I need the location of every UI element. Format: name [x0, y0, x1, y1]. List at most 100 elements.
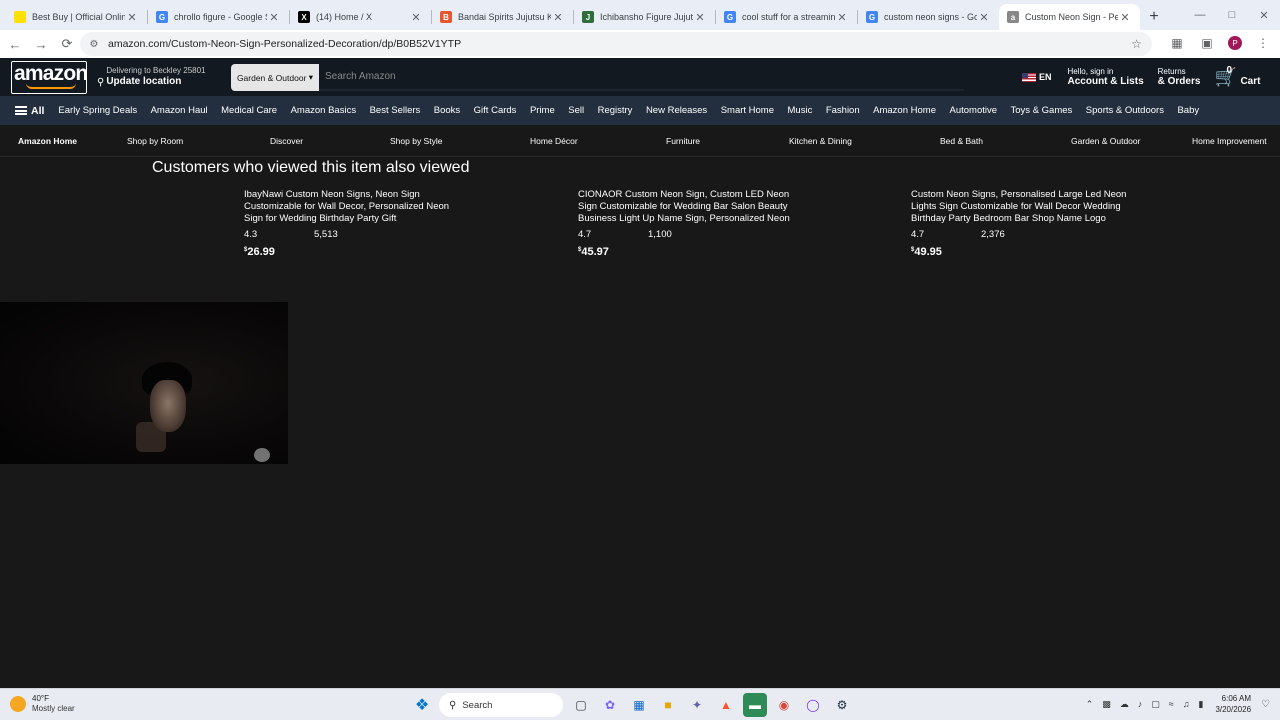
nav-item[interactable]: Registry: [598, 105, 633, 116]
close-window-icon[interactable]: ✕: [1248, 0, 1280, 30]
file-explorer-icon[interactable]: ■: [656, 693, 680, 717]
tab-close-icon[interactable]: ✕: [409, 11, 423, 24]
nav-item[interactable]: Automotive: [949, 105, 997, 116]
browser-tab[interactable]: X (14) Home / X ✕: [290, 4, 431, 30]
extensions-icon[interactable]: ▦: [1168, 34, 1186, 52]
nav-item[interactable]: Amazon Home: [873, 105, 936, 116]
product-card[interactable]: IbayNawi Custom Neon Signs, Neon Sign Cu…: [244, 189, 464, 258]
network-icon[interactable]: ☁: [1120, 699, 1129, 710]
subnav-item[interactable]: Garden & Outdoor: [1071, 136, 1140, 146]
tab-close-icon[interactable]: ✕: [835, 11, 849, 24]
subnav-item[interactable]: Home Décor: [530, 136, 578, 146]
bookmark-star-icon[interactable]: ☆: [1131, 37, 1142, 51]
nav-item[interactable]: Sell: [568, 105, 584, 116]
nav-item[interactable]: Gift Cards: [474, 105, 517, 116]
teams-icon[interactable]: ✦: [685, 693, 709, 717]
maximize-icon[interactable]: □: [1216, 0, 1248, 30]
browser-tab[interactable]: a Custom Neon Sign - Perso✕: [999, 4, 1140, 30]
all-menu-button[interactable]: All: [15, 105, 44, 117]
search-category-select[interactable]: Garden & Outdoor ▾: [231, 64, 319, 91]
nav-item[interactable]: Medical Care: [221, 105, 277, 116]
display-icon[interactable]: ▢: [1151, 699, 1160, 710]
brave-icon[interactable]: ▲: [714, 693, 738, 717]
task-view-icon[interactable]: ▢: [569, 693, 593, 717]
product-title[interactable]: CIONAOR Custom Neon Sign, Custom LED Neo…: [578, 189, 798, 225]
nav-item[interactable]: Sports & Outdoors: [1086, 105, 1164, 116]
subnav-item[interactable]: Bed & Bath: [940, 136, 983, 146]
nav-item[interactable]: Amazon Haul: [151, 105, 208, 116]
product-rating[interactable]: 4.7 2,376: [911, 229, 1131, 242]
app-icon[interactable]: ◯: [801, 693, 825, 717]
tab-close-icon[interactable]: ✕: [693, 11, 707, 24]
nav-item[interactable]: Amazon Basics: [291, 105, 356, 116]
screen-cast-icon[interactable]: ▣: [1198, 34, 1216, 52]
notification-bell-icon[interactable]: ♡: [1261, 699, 1270, 710]
url-text[interactable]: amazon.com/Custom-Neon-Sign-Personalized…: [108, 38, 461, 50]
forward-icon[interactable]: →: [28, 32, 54, 56]
cart-button[interactable]: 🛒 0 Cart: [1214, 65, 1260, 87]
subnav-item[interactable]: Amazon Home: [18, 136, 77, 146]
profile-avatar[interactable]: P: [1228, 36, 1242, 50]
returns-orders[interactable]: Returns & Orders: [1158, 67, 1201, 87]
product-title[interactable]: Custom Neon Signs, Personalised Large Le…: [911, 189, 1131, 225]
review-count[interactable]: 1,100: [648, 229, 672, 240]
nav-item[interactable]: Books: [434, 105, 460, 116]
product-rating[interactable]: 4.7 1,100: [578, 229, 798, 242]
battery-icon[interactable]: ▮: [1198, 699, 1203, 710]
nav-item[interactable]: Fashion: [826, 105, 860, 116]
taskbar-search[interactable]: ⚲ Search: [439, 693, 563, 717]
nav-item[interactable]: Baby: [1177, 105, 1199, 116]
amazon-logo[interactable]: amazon: [11, 60, 88, 94]
product-card[interactable]: CIONAOR Custom Neon Sign, Custom LED Neo…: [578, 189, 798, 258]
menu-kebab-icon[interactable]: ⋮: [1254, 34, 1272, 52]
copilot-icon[interactable]: ✿: [598, 693, 622, 717]
browser-tab[interactable]: Best Buy | Official Online St✕: [6, 4, 147, 30]
language-selector[interactable]: EN: [1022, 72, 1052, 82]
steam-icon[interactable]: ⚙: [830, 693, 854, 717]
subnav-item[interactable]: Kitchen & Dining: [789, 136, 852, 146]
tab-close-icon[interactable]: ✕: [551, 11, 565, 24]
subnav-item[interactable]: Discover: [270, 136, 303, 146]
subnav-item[interactable]: Shop by Style: [390, 136, 442, 146]
address-bar[interactable]: ⚙ amazon.com/Custom-Neon-Sign-Personaliz…: [80, 32, 1152, 56]
loading-stop-icon[interactable]: ⟳: [54, 32, 80, 56]
nav-item[interactable]: Early Spring Deals: [58, 105, 137, 116]
tab-close-icon[interactable]: ✕: [267, 11, 281, 24]
tab-close-icon[interactable]: ✕: [125, 11, 139, 24]
product-title[interactable]: IbayNawi Custom Neon Signs, Neon Sign Cu…: [244, 189, 464, 225]
nav-item[interactable]: Best Sellers: [370, 105, 421, 116]
browser-tab[interactable]: J Ichibansho Figure Jujutsu ✕: [574, 4, 715, 30]
tray-chevron-icon[interactable]: ⌃: [1086, 699, 1094, 710]
subnav-item[interactable]: Home Improvement: [1192, 136, 1267, 146]
tray-app-icon[interactable]: ▩: [1102, 699, 1111, 710]
weather-widget[interactable]: 40°F Mostly clear: [10, 694, 75, 714]
windows-start-icon[interactable]: ❖: [410, 693, 434, 717]
microphone-icon[interactable]: ♪: [1138, 699, 1143, 709]
search-input[interactable]: Search Amazon: [319, 64, 964, 91]
review-count[interactable]: 2,376: [981, 229, 1005, 240]
browser-tab[interactable]: Gchrollo figure - Google Sea✕: [148, 4, 289, 30]
store-icon[interactable]: ▦: [627, 693, 651, 717]
site-info-icon[interactable]: ⚙: [86, 39, 102, 50]
volume-icon[interactable]: ♫: [1183, 699, 1190, 709]
new-tab-button[interactable]: +: [1140, 4, 1168, 30]
chrome-icon[interactable]: ◉: [772, 693, 796, 717]
nav-item[interactable]: Prime: [530, 105, 555, 116]
wifi-icon[interactable]: ≈: [1169, 699, 1174, 709]
delivery-location[interactable]: ⚲ Delivering to Beckley 25801 Update loc…: [97, 66, 206, 88]
clock[interactable]: 6:06 AM 3/20/2026: [1215, 693, 1251, 715]
browser-tab[interactable]: B Bandai Spirits Jujutsu Kais✕: [432, 4, 573, 30]
nav-item[interactable]: Music: [788, 105, 813, 116]
browser-tab[interactable]: Gcool stuff for a streaming ✕: [716, 4, 857, 30]
subnav-item[interactable]: Shop by Room: [127, 136, 183, 146]
product-rating[interactable]: 4.3 5,513: [244, 229, 464, 242]
nav-item[interactable]: Smart Home: [721, 105, 774, 116]
subnav-item[interactable]: Furniture: [666, 136, 700, 146]
nav-item[interactable]: New Releases: [646, 105, 707, 116]
browser-tab[interactable]: Gcustom neon signs - Goog✕: [858, 4, 999, 30]
tab-close-icon[interactable]: ✕: [977, 11, 991, 24]
terminal-icon[interactable]: ▬: [743, 693, 767, 717]
account-lists[interactable]: Hello, sign in Account & Lists: [1068, 67, 1144, 87]
nav-item[interactable]: Toys & Games: [1011, 105, 1073, 116]
product-card[interactable]: Custom Neon Signs, Personalised Large Le…: [911, 189, 1131, 258]
